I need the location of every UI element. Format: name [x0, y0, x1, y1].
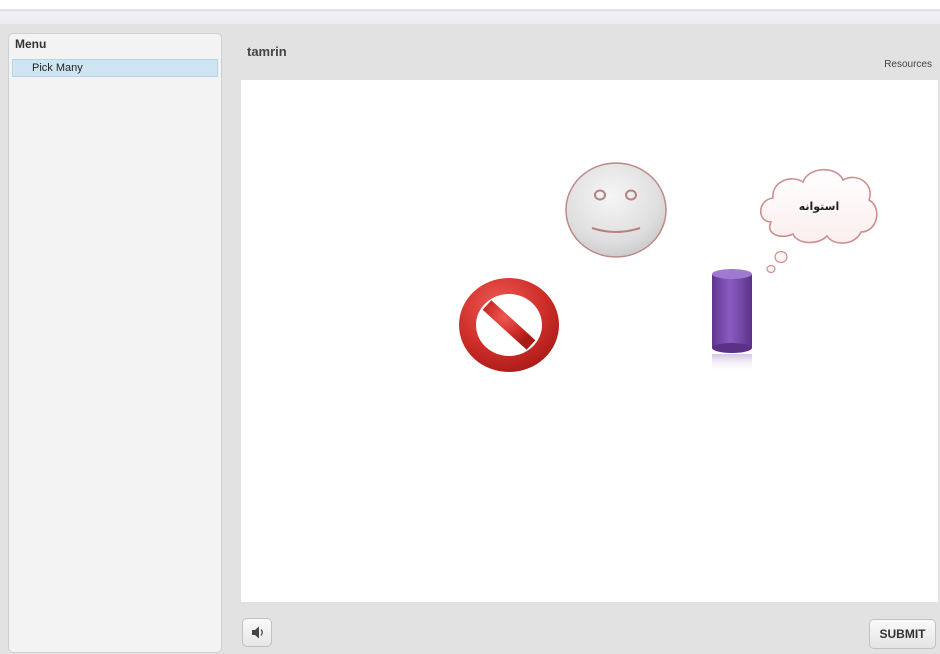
cloud-text: استوانه — [798, 200, 840, 213]
no-entry-sign-icon[interactable] — [456, 275, 562, 375]
smiley-face-icon[interactable] — [563, 160, 669, 260]
cylinder-icon[interactable] — [709, 266, 755, 376]
submit-button[interactable]: SUBMIT — [869, 619, 936, 649]
menu-tab[interactable]: Menu — [10, 34, 55, 56]
resources-link[interactable]: Resources — [884, 59, 932, 70]
sound-button[interactable] — [242, 618, 272, 647]
menu-item-pick-many[interactable]: Pick Many — [12, 59, 218, 77]
content-stage: استوانه — [241, 80, 938, 602]
thought-cloud-icon[interactable] — [751, 160, 881, 275]
menu-panel — [8, 33, 222, 653]
browser-top-strip — [0, 0, 940, 24]
page-title: tamrin — [247, 44, 287, 59]
speaker-icon — [252, 626, 263, 639]
